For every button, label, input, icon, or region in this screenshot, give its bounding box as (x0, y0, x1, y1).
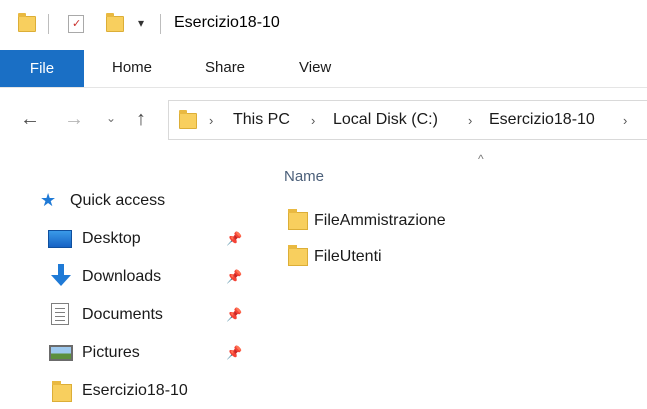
chevron-right-icon[interactable]: › (209, 113, 213, 128)
customize-toolbar-icon[interactable]: ▾ (138, 16, 144, 30)
separator (160, 14, 161, 34)
list-item[interactable]: FileAmmistrazione (284, 206, 604, 234)
star-icon: ★ (40, 190, 57, 210)
sidebar-item-label: Documents (82, 306, 163, 323)
file-list: ^ Name FileAmmistrazione FileUtenti (260, 152, 647, 409)
up-arrow-icon[interactable]: ↑ (136, 108, 146, 131)
chevron-right-icon[interactable]: › (311, 113, 315, 128)
downloads-icon (50, 264, 72, 288)
folder-icon (288, 245, 308, 266)
folder-icon (18, 13, 36, 32)
folder-icon (52, 381, 72, 402)
sidebar-item-quick-access[interactable]: ★ Quick access (40, 188, 240, 216)
list-item[interactable]: FileUtenti (284, 242, 604, 270)
pin-icon[interactable]: 📌 (226, 345, 242, 361)
sidebar-item-label: Quick access (70, 192, 166, 209)
file-name: FileUtenti (314, 248, 382, 265)
sidebar-item-label: Desktop (82, 230, 141, 247)
title-bar: ✓ ▾ Esercizio18-10 (0, 0, 647, 48)
separator (48, 14, 49, 34)
address-bar[interactable]: › This PC › Local Disk (C:) › Esercizio1… (168, 100, 647, 140)
pictures-icon (49, 345, 73, 361)
pin-icon[interactable]: 📌 (226, 307, 242, 323)
pin-icon[interactable]: 📌 (226, 231, 242, 247)
column-header-name[interactable]: Name (284, 168, 324, 185)
documents-icon (51, 303, 69, 325)
breadcrumb-local-disk[interactable]: Local Disk (C:) (333, 111, 438, 129)
tab-share[interactable]: Share (205, 59, 245, 76)
desktop-icon (48, 230, 72, 248)
chevron-right-icon[interactable]: › (623, 113, 627, 128)
sidebar-item-documents[interactable]: Documents 📌 (38, 300, 253, 330)
navigation-pane: ★ Quick access Desktop 📌 Downloads 📌 Doc… (0, 152, 260, 409)
folder-icon (288, 209, 308, 230)
sidebar-item-label: Downloads (82, 268, 162, 285)
tab-file[interactable]: File (0, 50, 84, 87)
sort-ascending-icon: ^ (478, 152, 484, 166)
sidebar-item-label: Pictures (82, 344, 140, 361)
back-arrow-icon[interactable]: ← (20, 108, 40, 131)
ribbon: File Home Share View (0, 48, 647, 88)
tab-view[interactable]: View (299, 59, 331, 76)
check-icon: ✓ (72, 18, 82, 30)
sidebar-item-downloads[interactable]: Downloads 📌 (38, 262, 253, 292)
recent-locations-icon[interactable]: ⌄ (106, 111, 116, 125)
sidebar-item-label: Esercizio18-10 (82, 382, 188, 399)
sidebar-item-esercizio18-10[interactable]: Esercizio18-10 (38, 376, 253, 406)
forward-arrow-icon[interactable]: → (64, 108, 84, 131)
pin-icon[interactable]: 📌 (226, 269, 242, 285)
properties-icon[interactable]: ✓ (68, 15, 84, 33)
breadcrumb-current-folder[interactable]: Esercizio18-10 (489, 111, 595, 129)
chevron-right-icon[interactable]: › (468, 113, 472, 128)
sidebar-item-pictures[interactable]: Pictures 📌 (38, 338, 253, 368)
new-folder-icon[interactable] (106, 13, 124, 32)
folder-icon (179, 110, 197, 129)
navigation-bar: ← → ⌄ ↑ › This PC › Local Disk (C:) › Es… (0, 88, 647, 152)
sidebar-item-desktop[interactable]: Desktop 📌 (38, 224, 253, 254)
breadcrumb-this-pc[interactable]: This PC (233, 111, 290, 129)
window-title: Esercizio18-10 (174, 14, 280, 31)
tab-home[interactable]: Home (112, 59, 152, 76)
file-name: FileAmmistrazione (314, 212, 446, 229)
